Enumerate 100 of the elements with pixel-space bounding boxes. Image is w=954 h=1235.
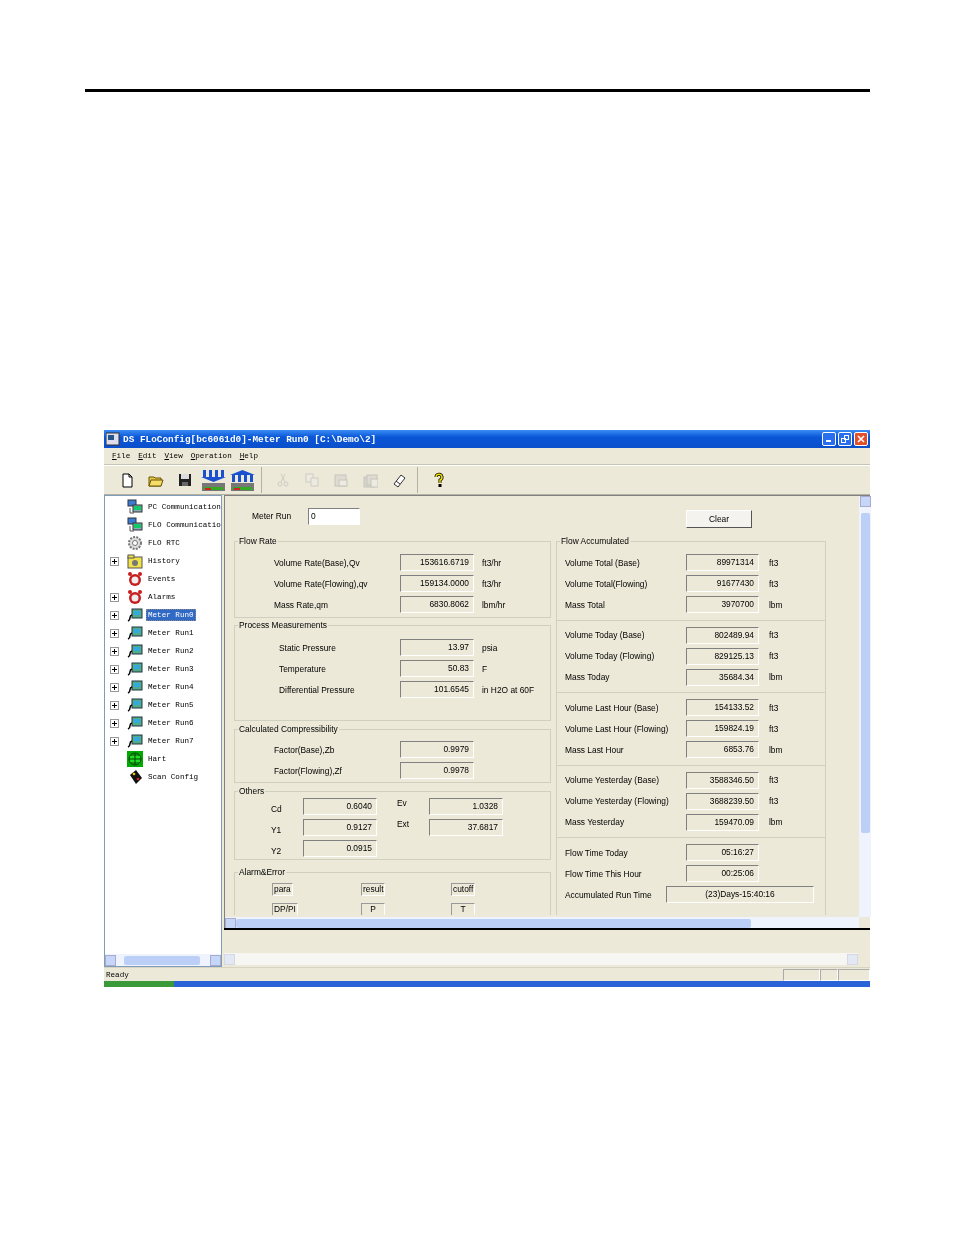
download-device-icon: [201, 469, 226, 491]
field-label: Mass Total: [564, 599, 606, 610]
unit-label: in H2O at 60F: [482, 684, 535, 695]
group-title: Flow Accumulated: [560, 536, 630, 546]
value-field: 6853.76: [686, 741, 759, 758]
field-label: Volume Rate(Flowing),qv: [273, 578, 369, 589]
value-field: 159824.19: [686, 720, 759, 737]
unit-label: ft3/hr: [482, 557, 502, 568]
field-label: Factor(Base),Zb: [273, 744, 336, 755]
meter-device-icon: [127, 625, 143, 641]
restore-button[interactable]: [838, 432, 852, 446]
unit-label: ft3: [769, 775, 779, 785]
unit-label: ft3: [769, 723, 779, 734]
group-title: Alarm&Error: [238, 867, 287, 877]
status-indicator: P: [361, 903, 385, 915]
computer-icon: [127, 517, 143, 533]
toolbar-button[interactable]: [228, 467, 257, 493]
horizontal-scrollbar[interactable]: [225, 917, 859, 929]
unit-label: ft3/hr: [482, 578, 502, 589]
computer-icon: [127, 499, 143, 515]
value-field: 802489.94: [686, 626, 759, 644]
expand-box[interactable]: [110, 646, 119, 656]
input-field[interactable]: 0: [308, 507, 360, 525]
unit-label: lbm: [769, 599, 783, 610]
value-field: 50.83: [400, 660, 474, 677]
status-indicator: para: [272, 883, 293, 896]
status-indicator: DP/PI: [272, 903, 298, 915]
unit-label: F: [482, 663, 488, 674]
alarm-clock-icon: [127, 589, 143, 605]
field-label: Y1: [271, 823, 283, 835]
field-label: Volume Rate(Base),Qv: [273, 557, 361, 568]
field-label: Y2: [271, 844, 283, 856]
group-title: Flow Rate: [238, 536, 278, 546]
value-field: 101.6545: [400, 681, 474, 698]
field-label: Differential Pressure: [278, 684, 356, 695]
value-field: 3588346.50: [686, 771, 759, 789]
field-label: Volume Today (Base): [564, 630, 646, 640]
group-title: Calculated Compressibility: [238, 724, 339, 734]
clear-button[interactable]: Clear: [686, 510, 752, 528]
upload-device-icon: [230, 469, 255, 491]
unit-label: ft3: [769, 578, 779, 589]
horizontal-scrollbar[interactable]: [105, 954, 221, 966]
minimize-button[interactable]: [822, 432, 836, 446]
expand-box[interactable]: [110, 664, 119, 674]
value-field: 6830.8062: [400, 596, 474, 613]
field-label: Flow Time This Hour: [564, 868, 643, 879]
field-label: Volume Total (Base): [564, 557, 641, 568]
meter-device-icon: [127, 697, 143, 713]
unit-label: lbm: [769, 817, 783, 827]
field-label: Mass Today: [564, 672, 611, 682]
value-field: 89971314: [686, 554, 759, 571]
field-label: Temperature: [278, 663, 327, 674]
meter-device-icon: [127, 715, 143, 731]
value-field: 0.9979: [400, 741, 474, 758]
value-field: 159470.09: [686, 813, 759, 831]
value-field: 3970700: [686, 596, 759, 613]
value-field: 13.97: [400, 639, 474, 656]
expand-box[interactable]: [110, 718, 119, 728]
field-label: Factor(Flowing),Zf: [273, 765, 343, 776]
horizontal-scrollbar[interactable]: [224, 953, 858, 965]
value-field: 154133.52: [686, 699, 759, 716]
alarm-clock-icon: [127, 571, 143, 587]
field-label: Mass Rate,qm: [273, 599, 329, 610]
value-field: 0.9127: [303, 819, 377, 836]
value-field: (23)Days-15:40:16: [666, 886, 814, 903]
clipboard-icon: [332, 472, 349, 488]
expand-box[interactable]: [110, 682, 119, 692]
meter-device-icon: [127, 733, 143, 749]
unit-label: ft3: [769, 796, 779, 806]
expand-box[interactable]: [110, 700, 119, 710]
expand-box[interactable]: [110, 628, 119, 638]
vertical-scrollbar[interactable]: [859, 496, 871, 917]
expand-box[interactable]: [110, 556, 119, 566]
field-label: Volume Yesterday (Base): [564, 775, 661, 785]
expand-box[interactable]: [110, 592, 119, 602]
scanner-icon: [127, 769, 143, 785]
expand-box[interactable]: [110, 610, 119, 620]
restore-icon: [841, 435, 849, 443]
group-title: Others: [238, 786, 266, 796]
unit-label: ft3: [769, 630, 779, 640]
value-field: 00:25:06: [686, 865, 759, 882]
documents-icon: [361, 472, 378, 488]
field-label: Meter Run: [252, 511, 293, 521]
unit-label: lbm: [769, 744, 783, 755]
meter-device-icon: [127, 643, 143, 659]
unit-label: lbm: [769, 672, 783, 682]
toolbar-button[interactable]: [199, 467, 228, 493]
value-field: 37.6817: [429, 819, 503, 836]
expand-box[interactable]: [110, 736, 119, 746]
unit-label: ft3: [769, 702, 779, 713]
gear-icon: [127, 535, 143, 551]
unit-label: ft3: [769, 557, 779, 568]
close-button[interactable]: [854, 432, 868, 446]
window-title: DS FLoConfig[bc6061d0]-Meter Run0 [C:\Demo\2]: [123, 433, 378, 445]
copy-icon: [303, 472, 320, 488]
meter-device-icon: [127, 661, 143, 677]
app-icon: [106, 432, 120, 446]
field-label: Volume Today (Flowing): [564, 651, 656, 661]
unit-label: lbm/hr: [482, 599, 506, 610]
value-field: 3688239.50: [686, 792, 759, 810]
